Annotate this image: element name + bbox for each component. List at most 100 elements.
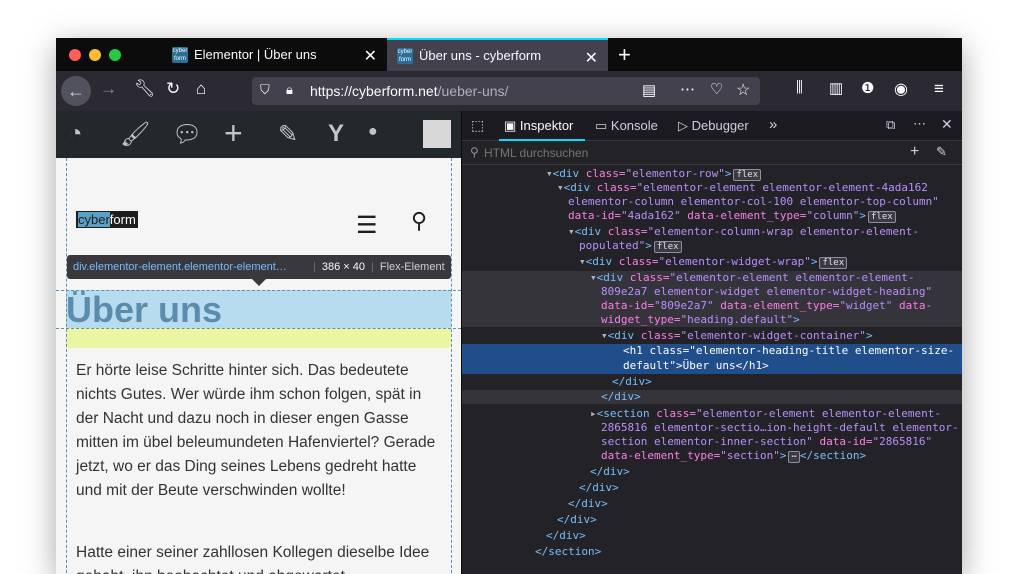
tab-console[interactable]: ▭ Konsole [595, 118, 658, 134]
home-button[interactable]: ⌂ [196, 79, 206, 99]
close-devtools-icon[interactable]: ✕ [941, 116, 953, 133]
markup-line[interactable]: </div> [612, 375, 962, 389]
devtools-menu-icon[interactable]: ⋯ [913, 116, 926, 132]
site-favicon-icon: cyber form [397, 47, 413, 64]
markup-line[interactable]: ▾<div class="elementor-element elementor… [557, 181, 962, 195]
paragraph: Er hörte leise Schritte hinter sich. Das… [76, 362, 436, 499]
devtools-panel: ⬚ ▣ Inspektor ▭ Konsole ▷ Debugger » ⧉ ⋯… [461, 111, 962, 574]
hamburger-menu-icon[interactable]: ☰ [356, 211, 378, 240]
url-host: https://cyberform.net [310, 83, 438, 99]
markup-line[interactable]: ▾<div class="elementor-row"> flex [546, 167, 962, 181]
inspector-icon: ▣ [504, 118, 520, 133]
tab-title: Über uns - cyberform [419, 48, 542, 63]
status-dot-icon: ● [368, 123, 378, 140]
logo-part-b: form [109, 212, 136, 227]
new-tab-button[interactable]: + [618, 42, 631, 68]
extension-icon[interactable]: ❶ [861, 79, 874, 97]
markup-line[interactable]: </div> [557, 513, 962, 527]
flex-badge[interactable]: flex [819, 257, 848, 269]
avatar[interactable] [423, 120, 451, 148]
search-icon[interactable]: ⚲ [411, 208, 427, 234]
bookmark-star-icon[interactable]: ☆ [736, 80, 750, 100]
flex-badge[interactable]: flex [868, 211, 896, 223]
menu-icon[interactable]: ≡ [934, 79, 944, 99]
url-path: /ueber-uns/ [437, 83, 509, 99]
tab-console-label: Konsole [610, 118, 658, 133]
devtools-toolbar: ⬚ ▣ Inspektor ▭ Konsole ▷ Debugger » ⧉ ⋯… [462, 111, 962, 141]
new-content-plus-icon[interactable]: + [224, 115, 243, 152]
close-tab-icon[interactable]: ✕ [585, 48, 598, 68]
more-tabs-icon[interactable]: » [769, 116, 777, 133]
url-bar[interactable]: ⛉ 🔒︎ https://cyberform.net/ueber-uns/ ▤ … [252, 77, 760, 105]
tooltip-separator: | [370, 261, 374, 273]
tab-inspector[interactable]: ▣ Inspektor [504, 118, 573, 134]
edit-pencil-icon[interactable]: ✎ [278, 120, 298, 149]
highlight-margin-box [66, 328, 451, 348]
markup-line-selected[interactable]: <h1 class="elementor-heading-title eleme… [462, 344, 962, 359]
markup-line: data-element_type="section"> ⋯ </section> [601, 449, 867, 463]
back-button[interactable]: ← [61, 76, 91, 106]
url-text: https://cyberform.net/ueber-uns/ [310, 83, 508, 99]
tab-elementor[interactable]: cyber form Elementor | Über uns ✕ [162, 38, 387, 71]
element-picker-icon[interactable]: ⬚ [471, 117, 484, 134]
account-icon[interactable]: ◉ [894, 79, 908, 99]
flex-badge[interactable]: flex [653, 241, 682, 253]
browser-window: cyber form Elementor | Über uns ✕ cyber … [56, 38, 962, 574]
reader-view-icon[interactable]: ▤ [642, 81, 656, 99]
markup-line[interactable]: ▾<div class="elementor-element elementor… [462, 271, 962, 285]
forward-button[interactable]: → [100, 79, 117, 99]
markup-line[interactable]: </div> [462, 390, 962, 404]
comments-icon[interactable]: 💬︎ [172, 120, 202, 149]
tab-title: Elementor | Über uns [194, 47, 317, 62]
html-search-input[interactable] [484, 144, 884, 161]
guide-line [56, 290, 461, 291]
maximize-window-button[interactable] [109, 49, 121, 61]
debugger-icon: ▷ [678, 118, 692, 133]
tab-debugger[interactable]: ▷ Debugger [678, 118, 749, 134]
markup-line[interactable]: ▾<div class="elementor-widget-wrap"> flex [579, 255, 962, 269]
markup-line: section elementor-inner-section" data-id… [601, 435, 933, 448]
library-icon[interactable]: ⫼ [796, 79, 803, 96]
pocket-icon[interactable]: ♡ [710, 80, 723, 98]
shield-icon[interactable]: ⛉ [260, 82, 270, 98]
markup-line: 2865816 elementor-sectio…ion-height-defa… [601, 421, 959, 434]
customize-brush-icon[interactable]: 🖌︎ [120, 120, 150, 149]
markup-line[interactable]: </section> [535, 545, 962, 559]
markup-line[interactable]: </div> [546, 529, 962, 543]
tab-bar: cyber form Elementor | Über uns ✕ cyber … [56, 38, 962, 71]
markup-line[interactable]: ▾<div class="elementor-column-wrap eleme… [568, 225, 962, 239]
dock-icon[interactable]: ⧉ [886, 117, 895, 133]
markup-line[interactable]: </div> [568, 497, 962, 511]
markup-line[interactable]: </div> [579, 481, 962, 495]
close-window-button[interactable] [69, 49, 81, 61]
site-logo[interactable]: cyberform [76, 211, 138, 228]
minimize-window-button[interactable] [89, 49, 101, 61]
eyedropper-icon[interactable]: ✎ [936, 144, 947, 160]
reload-button[interactable]: ↻ [166, 79, 180, 99]
tab-ueber-uns[interactable]: cyber form Über uns - cyberform ✕ [387, 38, 608, 71]
html-search-bar[interactable]: ⚲ + ✎ [462, 141, 962, 165]
markup-line-selected[interactable]: default">Über uns</h1> [462, 359, 962, 374]
markup-line: elementor-column elementor-col-100 eleme… [568, 195, 939, 208]
webpage-viewport: ◔ 🖌︎ 💬︎ + ✎ Y ● cyberform ☰ ⚲ Über uns d… [56, 111, 461, 574]
flex-badge[interactable]: flex [733, 169, 762, 181]
wp-admin-bar: ◔ 🖌︎ 💬︎ + ✎ Y ● [56, 111, 461, 158]
add-node-icon[interactable]: + [910, 143, 919, 161]
markup-line[interactable]: </div> [590, 465, 962, 479]
tooltip-type: Flex-Element [379, 261, 445, 273]
markup-line[interactable]: ▸<section class="elementor-element eleme… [590, 407, 962, 421]
tab-inspector-label: Inspektor [519, 118, 574, 133]
lock-icon[interactable]: 🔒︎ [286, 82, 293, 98]
navigation-toolbar: ← → 🔧︎ ↻ ⌂ ⛉ 🔒︎ https://cyberform.net/ue… [56, 71, 962, 111]
yoast-icon[interactable]: Y [328, 120, 344, 148]
ellipsis-badge[interactable]: ⋯ [788, 451, 800, 463]
markup-line[interactable]: ▾<div class="elementor-widget-container"… [601, 329, 962, 343]
wrench-icon[interactable]: 🔧︎ [134, 79, 156, 99]
more-actions-icon[interactable]: ⋯ [680, 80, 695, 98]
site-favicon-icon: cyber form [172, 46, 188, 63]
markup-line: data-id="4ada162" data-element_type="col… [568, 209, 962, 223]
dashboard-gauge-icon[interactable]: ◔ [68, 120, 83, 148]
close-tab-icon[interactable]: ✕ [364, 46, 377, 66]
sidebar-icon[interactable]: ▥ [829, 79, 843, 97]
tooltip-separator: | [313, 261, 316, 273]
